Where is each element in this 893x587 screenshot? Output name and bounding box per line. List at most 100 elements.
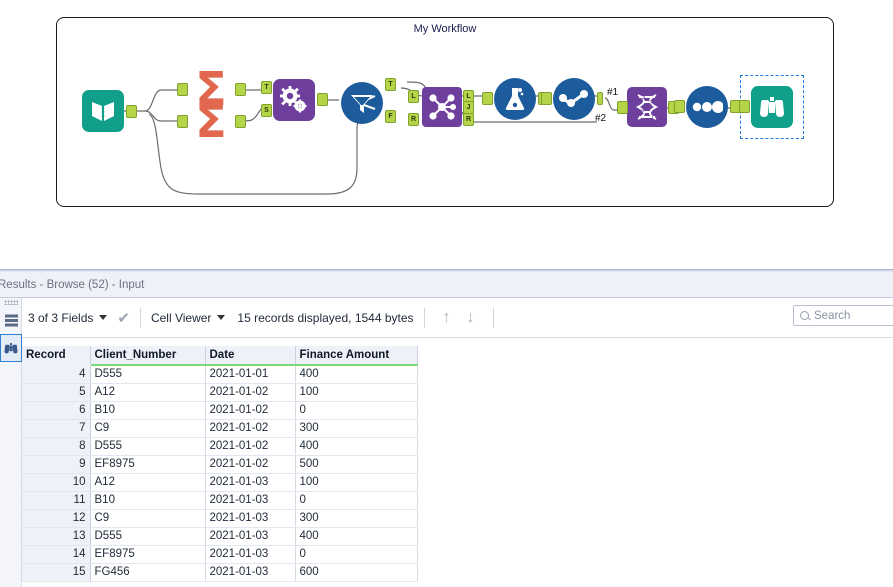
table-cell[interactable]: 2021-01-02 <box>205 455 296 474</box>
table-cell[interactable]: 10 <box>22 473 91 492</box>
table-cell[interactable]: B10 <box>90 491 206 510</box>
table-row[interactable]: 7 C9 2021-01-02 300 <box>22 419 418 438</box>
anchor-join-left-in[interactable]: L <box>408 90 419 103</box>
node-multi-field-formula[interactable]: T S <box>261 79 328 121</box>
table-cell[interactable]: 2021-01-02 <box>205 383 296 402</box>
table-cell[interactable]: 14 <box>22 545 91 564</box>
table-row[interactable]: 10 A12 2021-01-03 100 <box>22 473 418 492</box>
rail-button-browse[interactable] <box>0 334 22 362</box>
anchor-summarize1-input[interactable] <box>177 83 188 96</box>
rail-grip-handle[interactable] <box>4 300 18 305</box>
table-cell[interactable]: 600 <box>295 563 418 582</box>
table-row[interactable]: 6 B10 2021-01-02 0 <box>22 401 418 420</box>
node-browse[interactable] <box>739 86 793 128</box>
table-cell[interactable]: 500 <box>295 455 418 474</box>
node-filter[interactable]: T F <box>341 78 396 124</box>
table-cell[interactable]: 6 <box>22 401 91 420</box>
table-cell[interactable]: 100 <box>295 473 418 492</box>
table-cell[interactable]: 100 <box>295 383 418 402</box>
table-cell[interactable]: 11 <box>22 491 91 510</box>
anchor-summarize2-input[interactable] <box>177 115 188 128</box>
rail-button-grid[interactable] <box>0 306 22 334</box>
table-cell[interactable]: 300 <box>295 419 418 438</box>
anchor-summarize1-output[interactable] <box>235 83 246 96</box>
table-cell[interactable]: 300 <box>295 509 418 528</box>
node-summarize-2[interactable]: Σ <box>177 96 246 146</box>
workflow-canvas[interactable]: My Workflow Σ Σ T S T F L R L J R #1 #2 … <box>56 17 834 207</box>
table-cell[interactable]: B10 <box>90 401 206 420</box>
up-arrow-icon[interactable]: ↑ <box>443 309 451 327</box>
table-row[interactable]: 13 D555 2021-01-03 400 <box>22 527 418 546</box>
table-row[interactable]: 5 A12 2021-01-02 100 <box>22 383 418 402</box>
check-icon[interactable]: ✔ <box>117 309 130 327</box>
table-cell[interactable]: 2021-01-02 <box>205 419 296 438</box>
anchor-filter-false[interactable]: F <box>385 110 396 123</box>
chevron-down-icon[interactable] <box>217 315 226 320</box>
anchor-sort-output[interactable] <box>597 92 603 105</box>
node-input-data[interactable] <box>82 90 137 132</box>
column-header-date[interactable]: Date <box>205 346 296 366</box>
table-cell[interactable]: 5 <box>22 383 91 402</box>
anchor-join-right-in[interactable]: R <box>408 113 419 126</box>
cell-viewer-selector[interactable]: Cell Viewer <box>151 311 226 325</box>
table-cell[interactable]: 13 <box>22 527 91 546</box>
chevron-down-icon[interactable] <box>99 315 108 320</box>
node-sort[interactable]: #1 #2 <box>541 78 618 124</box>
table-cell[interactable]: 400 <box>295 437 418 456</box>
column-header-record[interactable]: Record <box>22 346 91 366</box>
table-cell[interactable]: 9 <box>22 455 91 474</box>
down-arrow-icon[interactable]: ↓ <box>467 309 475 327</box>
table-cell[interactable]: 400 <box>295 365 418 384</box>
anchor-select-input[interactable] <box>674 100 685 113</box>
table-cell[interactable]: A12 <box>90 473 206 492</box>
table-cell[interactable]: 2021-01-02 <box>205 437 296 456</box>
table-cell[interactable]: C9 <box>90 509 206 528</box>
anchor-filter-true[interactable]: T <box>385 78 396 91</box>
node-join[interactable]: L R L J R <box>408 87 474 127</box>
table-cell[interactable]: D555 <box>90 365 206 384</box>
table-row[interactable]: 8 D555 2021-01-02 400 <box>22 437 418 456</box>
table-cell[interactable]: D555 <box>90 527 206 546</box>
anchor-browse-input[interactable] <box>739 100 750 113</box>
table-cell[interactable]: 2021-01-03 <box>205 491 296 510</box>
table-row[interactable]: 4 D555 2021-01-01 400 <box>22 365 418 384</box>
table-cell[interactable]: 2021-01-01 <box>205 365 296 384</box>
table-cell[interactable]: A12 <box>90 383 206 402</box>
table-cell[interactable]: 8 <box>22 437 91 456</box>
search-input-wrapper[interactable]: Search <box>793 305 893 326</box>
column-header-finance-amount[interactable]: Finance Amount <box>295 346 418 366</box>
table-cell[interactable]: 2021-01-03 <box>205 509 296 528</box>
node-transpose[interactable]: 42 27 <box>617 87 679 127</box>
table-cell[interactable]: 2021-01-02 <box>205 401 296 420</box>
table-row[interactable]: 9 EF8975 2021-01-02 500 <box>22 455 418 474</box>
anchor-input-output[interactable] <box>126 105 137 118</box>
table-cell[interactable]: 0 <box>295 401 418 420</box>
anchor-formula-input[interactable] <box>482 92 493 105</box>
table-cell[interactable]: C9 <box>90 419 206 438</box>
table-cell[interactable]: FG456 <box>90 563 206 582</box>
anchor-join-right-out[interactable]: R <box>463 113 474 126</box>
table-row[interactable]: 12 C9 2021-01-03 300 <box>22 509 418 528</box>
table-cell[interactable]: 7 <box>22 419 91 438</box>
table-cell[interactable]: 400 <box>295 527 418 546</box>
anchor-transpose-input[interactable] <box>617 101 628 114</box>
anchor-mff-top[interactable]: T <box>261 81 272 94</box>
table-cell[interactable]: EF8975 <box>90 545 206 564</box>
anchor-sort-input[interactable] <box>541 92 552 105</box>
node-formula[interactable] <box>482 78 549 120</box>
fields-selector[interactable]: 3 of 3 Fields <box>28 311 108 325</box>
table-row[interactable]: 11 B10 2021-01-03 0 <box>22 491 418 510</box>
node-select[interactable] <box>674 86 741 128</box>
table-cell[interactable]: 2021-01-03 <box>205 563 296 582</box>
table-cell[interactable]: 15 <box>22 563 91 582</box>
table-row[interactable]: 15 FG456 2021-01-03 600 <box>22 563 418 582</box>
table-cell[interactable]: 12 <box>22 509 91 528</box>
anchor-mff-bottom[interactable]: S <box>261 104 272 117</box>
results-data-grid[interactable]: Record Client_Number Date Finance Amount… <box>22 346 893 587</box>
table-cell[interactable]: 4 <box>22 365 91 384</box>
table-cell[interactable]: 2021-01-03 <box>205 527 296 546</box>
table-cell[interactable]: 2021-01-03 <box>205 473 296 492</box>
anchor-summarize2-output[interactable] <box>235 115 246 128</box>
table-row[interactable]: 14 EF8975 2021-01-03 0 <box>22 545 418 564</box>
table-cell[interactable]: 2021-01-03 <box>205 545 296 564</box>
